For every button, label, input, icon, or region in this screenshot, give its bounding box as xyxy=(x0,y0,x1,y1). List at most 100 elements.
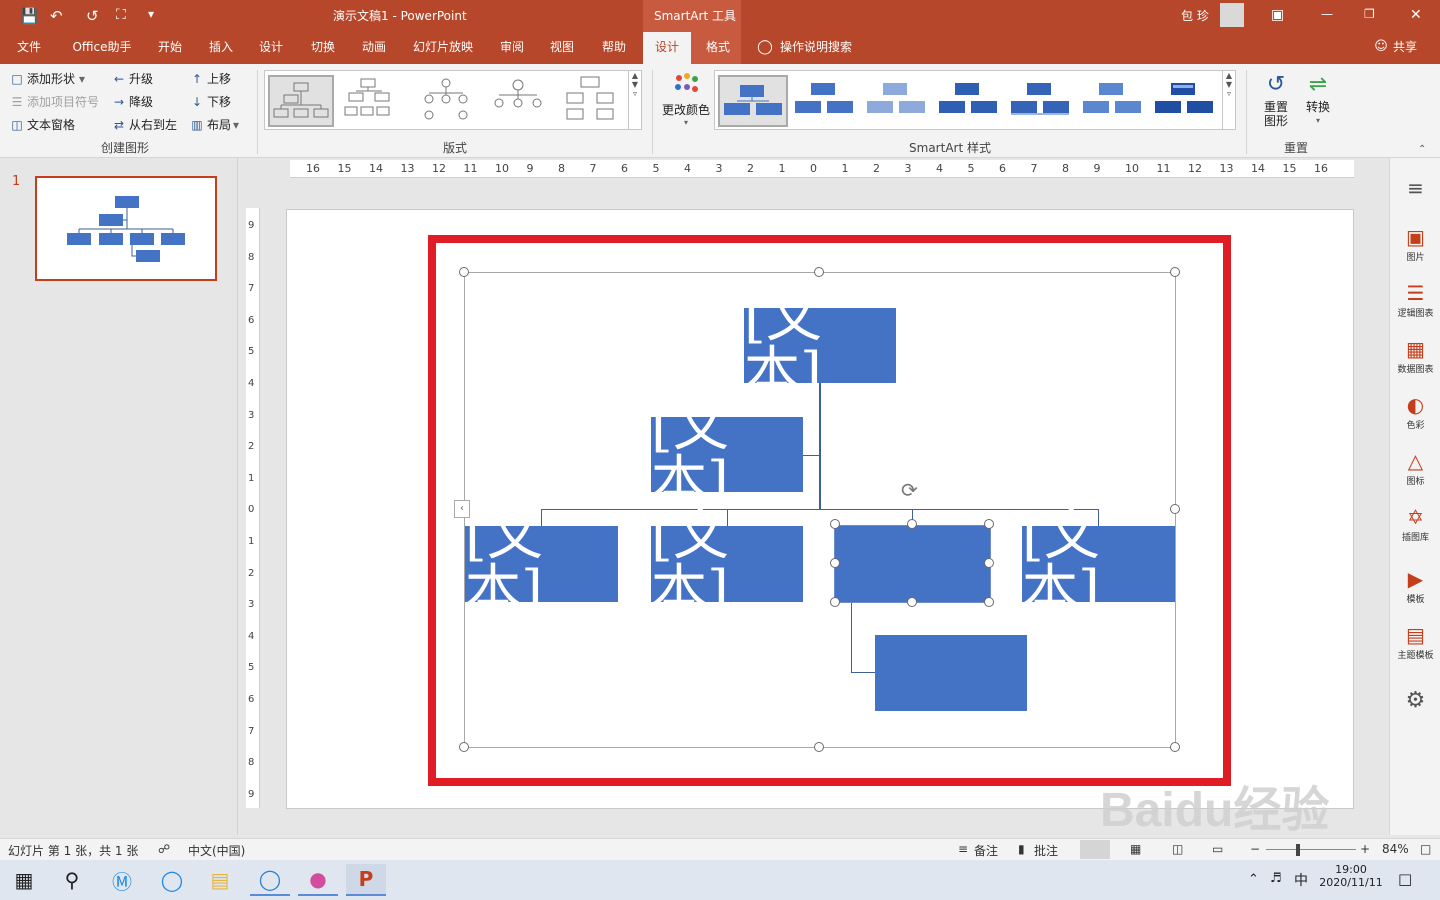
node-handle[interactable] xyxy=(907,597,917,607)
style-option[interactable] xyxy=(718,75,788,127)
zoom-slider[interactable] xyxy=(1266,849,1356,850)
settings-gear-icon[interactable]: ⚙ xyxy=(1390,688,1440,713)
layout-option[interactable] xyxy=(559,75,625,127)
windows-start-icon[interactable]: ▦ xyxy=(4,864,44,896)
comments-button[interactable]: 批注 xyxy=(1034,842,1058,859)
tab-animations[interactable]: 动画 xyxy=(352,32,396,64)
customize-qat-icon[interactable]: ▾ xyxy=(148,7,154,21)
tab-view[interactable]: 视图 xyxy=(540,32,584,64)
org-node-assistant[interactable]: [文本] xyxy=(651,398,803,510)
node-handle[interactable] xyxy=(984,558,994,568)
layout-option[interactable] xyxy=(487,75,553,127)
convert-button[interactable]: ⇌ 转换 ▾ xyxy=(1298,70,1338,128)
edge-browser-icon[interactable]: ◯ xyxy=(152,864,192,896)
volume-icon[interactable]: ♬ xyxy=(1270,871,1282,886)
org-node-child-4[interactable]: [文本] xyxy=(1022,508,1175,620)
tab-insert[interactable]: 插入 xyxy=(200,32,242,64)
ie-browser-icon[interactable]: Ⓜ xyxy=(102,864,142,896)
style-option[interactable] xyxy=(791,75,861,127)
resize-handle[interactable] xyxy=(459,267,469,277)
node-handle[interactable] xyxy=(984,519,994,529)
notes-button[interactable]: 备注 xyxy=(974,842,998,859)
style-option[interactable] xyxy=(1079,75,1149,127)
show-hidden-icons[interactable]: ⌃ xyxy=(1248,872,1259,887)
search-icon[interactable]: ⚲ xyxy=(52,864,92,896)
reset-graphic-button[interactable]: ↺ 重置 图形 xyxy=(1256,70,1296,128)
collapse-pane-icon[interactable]: ≡ xyxy=(1390,176,1440,200)
zoom-out-icon[interactable]: − xyxy=(1250,842,1260,856)
resize-handle[interactable] xyxy=(459,742,469,752)
start-from-beginning-icon[interactable]: ⛶ xyxy=(116,7,126,23)
slide-thumbnail[interactable] xyxy=(35,176,217,281)
notification-center-icon[interactable]: □ xyxy=(1398,870,1412,888)
add-shape-button[interactable]: □ 添加形状 ▾ xyxy=(10,70,85,87)
text-pane-button[interactable]: ◫ 文本窗格 xyxy=(10,116,75,133)
smartart-styles-gallery[interactable]: ▲ ▼ ▿ xyxy=(714,70,1236,130)
move-up-button[interactable]: ↑ 上移 xyxy=(190,70,231,87)
slideshow-view-icon[interactable]: ▭ xyxy=(1212,842,1223,856)
tab-design[interactable]: 设计 xyxy=(250,32,292,64)
avatar[interactable] xyxy=(1220,3,1244,27)
pane-item-theme-templates[interactable]: ▤ 主题模板 xyxy=(1390,622,1440,661)
tab-review[interactable]: 审阅 xyxy=(490,32,534,64)
tab-smartart-design[interactable]: 设计 xyxy=(643,32,691,64)
normal-view-icon[interactable] xyxy=(1080,840,1110,859)
text-pane-toggle-icon[interactable]: ‹ xyxy=(454,500,470,518)
resize-handle[interactable] xyxy=(1170,742,1180,752)
style-option[interactable] xyxy=(863,75,933,127)
pane-item-illustrations[interactable]: ✡ 插图库 xyxy=(1390,504,1440,543)
user-name[interactable]: 包 珍 xyxy=(1181,7,1209,24)
tab-office-assistant[interactable]: Office助手 xyxy=(64,32,140,64)
language[interactable]: 中文(中国) xyxy=(188,842,245,859)
tab-help[interactable]: 帮助 xyxy=(592,32,636,64)
ime-indicator[interactable]: 中 xyxy=(1294,870,1308,890)
org-node-child-2[interactable]: [文本] xyxy=(651,508,803,620)
undo-icon[interactable]: ↶ xyxy=(50,7,63,25)
resize-handle[interactable] xyxy=(1170,267,1180,277)
save-icon[interactable]: 💾 xyxy=(20,7,39,25)
node-handle[interactable] xyxy=(830,597,840,607)
demote-button[interactable]: → 降级 xyxy=(112,93,153,110)
paint-icon[interactable]: ● xyxy=(298,864,338,896)
pane-item-pictures[interactable]: ▣ 图片 xyxy=(1390,224,1440,263)
layout-button[interactable]: ▥ 布局 ▾ xyxy=(190,116,239,133)
tab-transitions[interactable]: 切换 xyxy=(301,32,345,64)
powerpoint-taskbar-icon[interactable]: P xyxy=(346,864,386,896)
rotate-handle-icon[interactable]: ⟳ xyxy=(901,480,918,500)
org-node-child-1[interactable]: [文本] xyxy=(465,508,618,620)
spell-check-icon[interactable]: ☍ xyxy=(158,842,170,856)
redo-icon[interactable]: ↺ xyxy=(86,7,99,25)
promote-button[interactable]: ← 升级 xyxy=(112,70,153,87)
pane-item-data-charts[interactable]: ▦ 数据图表 xyxy=(1390,336,1440,375)
style-option[interactable] xyxy=(935,75,1005,127)
pane-item-logic-charts[interactable]: ☰ 逻辑图表 xyxy=(1390,280,1440,319)
tell-me-search[interactable]: 操作说明搜索 xyxy=(780,32,864,64)
org-node-sub[interactable] xyxy=(875,635,1027,711)
node-handle[interactable] xyxy=(830,519,840,529)
resize-handle[interactable] xyxy=(814,742,824,752)
minimize-icon[interactable]: — xyxy=(1321,7,1333,21)
add-bullet-button[interactable]: ☰ 添加项目符号 xyxy=(10,93,99,110)
zoom-level[interactable]: 84% xyxy=(1382,842,1409,856)
layout-option[interactable] xyxy=(268,75,334,127)
pane-item-templates[interactable]: ▶ 模板 xyxy=(1390,566,1440,605)
slide-sorter-icon[interactable]: ▦ xyxy=(1130,842,1141,856)
ribbon-display-options-icon[interactable]: ▣ xyxy=(1271,7,1284,23)
restore-icon[interactable]: ❐ xyxy=(1364,7,1375,21)
collapse-ribbon-icon[interactable]: ⌃ xyxy=(1418,144,1426,155)
app-icon[interactable]: ◯ xyxy=(250,864,290,896)
notes-icon[interactable]: ≡ xyxy=(958,842,968,856)
file-explorer-icon[interactable]: ▤ xyxy=(200,864,240,896)
org-node-child-3-selected[interactable] xyxy=(834,525,991,603)
style-option[interactable] xyxy=(1151,75,1221,127)
layout-option[interactable] xyxy=(341,75,407,127)
styles-scroll[interactable]: ▲ ▼ ▿ xyxy=(1222,71,1235,129)
node-handle[interactable] xyxy=(830,558,840,568)
close-icon[interactable]: ✕ xyxy=(1410,7,1422,23)
pane-item-icons[interactable]: △ 图标 xyxy=(1390,448,1440,487)
clock[interactable]: 19:00 2020/11/11 xyxy=(1318,863,1384,889)
layout-option[interactable] xyxy=(415,75,481,127)
pane-item-colors[interactable]: ◐ 色彩 xyxy=(1390,392,1440,431)
change-colors-button[interactable]: 更改颜色 ▾ xyxy=(660,72,712,127)
tab-smartart-format[interactable]: 格式 xyxy=(696,32,740,64)
